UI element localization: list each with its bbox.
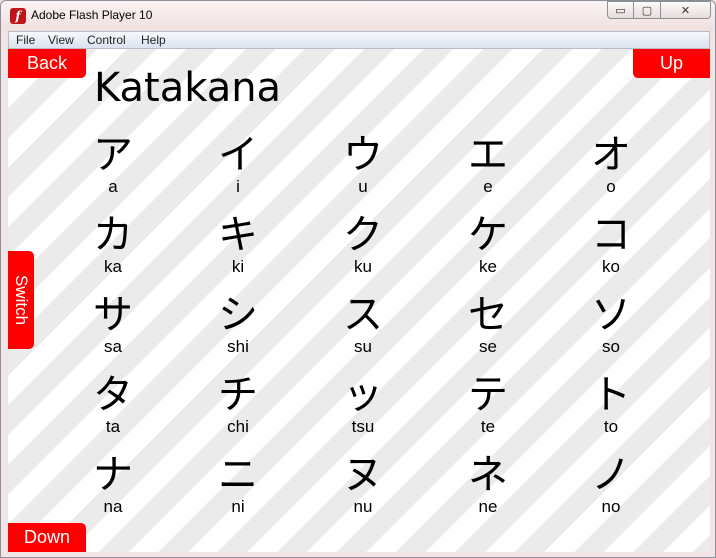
back-button[interactable]: Back [8, 49, 86, 78]
kana-glyph: ス [343, 292, 383, 338]
kana-romaji: ke [479, 257, 497, 276]
down-button[interactable]: Down [8, 523, 86, 552]
menu-file[interactable]: File [16, 33, 35, 47]
kana-cell: コ ko [571, 213, 651, 277]
kana-romaji: ka [104, 257, 122, 276]
kana-romaji: ki [231, 257, 245, 276]
kana-cell: ウu [323, 133, 403, 197]
menu-bar: File View Control Help [8, 31, 710, 49]
kana-cell: タ ta [73, 373, 153, 437]
page-title: Katakana [94, 65, 282, 111]
kana-glyph: シ [218, 292, 258, 338]
switch-label: Switch [12, 274, 32, 326]
kana-romaji: ni [231, 497, 245, 516]
kana-romaji: o [606, 177, 616, 196]
menu-control[interactable]: Control [87, 33, 126, 47]
kana-cell: ト to [571, 373, 651, 437]
kana-romaji: shi [227, 337, 249, 356]
kana-cell: ッ tsu [323, 373, 403, 437]
kana-romaji: to [603, 417, 619, 436]
kana-glyph: エ [468, 132, 508, 178]
kana-cell: ス su [323, 293, 403, 357]
kana-romaji: sa [104, 337, 122, 356]
kana-glyph: ケ [468, 212, 508, 258]
kana-romaji: tsu [351, 417, 375, 436]
kana-glyph: ク [343, 212, 383, 258]
kana-glyph: ナ [93, 452, 133, 498]
kana-cell: ニ ni [198, 453, 278, 517]
kana-glyph: オ [591, 132, 631, 178]
kana-romaji: no [601, 497, 621, 516]
kana-romaji: e [483, 177, 493, 196]
kana-glyph: ヌ [343, 452, 383, 498]
kana-romaji: ku [354, 257, 372, 276]
kana-romaji: chi [227, 417, 249, 436]
kana-glyph: ア [93, 132, 133, 178]
kana-glyph: ッ [343, 372, 383, 418]
kana-romaji: te [480, 417, 496, 436]
kana-cell: カ ka [73, 213, 153, 277]
kana-romaji: su [354, 337, 372, 356]
kana-romaji: nu [353, 497, 373, 516]
kana-romaji: ta [105, 417, 121, 436]
kana-romaji: u [358, 177, 368, 196]
kana-cell: ナ na [73, 453, 153, 517]
kana-romaji: so [602, 337, 620, 356]
kana-cell: サ sa [73, 293, 153, 357]
title-bar[interactable]: f Adobe Flash Player 10 ▭ ▢ ✕ [1, 1, 715, 31]
switch-button[interactable]: Switch [8, 251, 34, 349]
kana-glyph: コ [591, 212, 631, 258]
kana-glyph: ノ [591, 452, 631, 498]
kana-cell: ソ so [571, 293, 651, 357]
kana-cell: セ se [448, 293, 528, 357]
kana-cell: ノ no [571, 453, 651, 517]
minimize-button[interactable]: ▭ [607, 1, 634, 19]
kana-cell: テ te [448, 373, 528, 437]
window-controls: ▭ ▢ ✕ [607, 1, 711, 21]
app-window: f Adobe Flash Player 10 ▭ ▢ ✕ File View … [0, 0, 716, 558]
kana-cell: イi [198, 133, 278, 197]
kana-glyph: サ [93, 292, 133, 338]
kana-glyph: キ [218, 212, 258, 258]
window-title: Adobe Flash Player 10 [31, 8, 153, 22]
kana-cell: アa [73, 133, 153, 197]
kana-glyph: イ [218, 132, 258, 178]
kana-glyph: ト [591, 372, 631, 418]
kana-glyph: ウ [343, 132, 383, 178]
up-button[interactable]: Up [633, 49, 710, 78]
kana-cell: エe [448, 133, 528, 197]
close-button[interactable]: ✕ [661, 1, 711, 19]
menu-help[interactable]: Help [141, 33, 166, 47]
menu-view[interactable]: View [48, 33, 74, 47]
kana-cell: チ chi [198, 373, 278, 437]
kana-romaji: ne [478, 497, 498, 516]
kana-glyph: カ [93, 212, 133, 258]
flash-player-icon: f [10, 8, 26, 24]
kana-cell: ケ ke [448, 213, 528, 277]
kana-glyph: ネ [468, 452, 508, 498]
kana-glyph: ニ [218, 452, 258, 498]
kana-romaji: i [236, 177, 240, 196]
kana-cell: キ ki [198, 213, 278, 277]
kana-cell: オo [571, 133, 651, 197]
kana-glyph: ソ [591, 292, 631, 338]
kana-glyph: チ [218, 372, 258, 418]
kana-cell: シ shi [198, 293, 278, 357]
kana-romaji: na [103, 497, 123, 516]
flash-stage: Back Up Switch Down Katakana アa イi ウu エe オo カ… [8, 49, 710, 552]
kana-glyph: タ [93, 372, 133, 418]
kana-glyph: テ [468, 372, 508, 418]
kana-romaji: ko [602, 257, 620, 276]
kana-romaji: se [479, 337, 497, 356]
maximize-button[interactable]: ▢ [634, 1, 661, 19]
kana-cell: ク ku [323, 213, 403, 277]
kana-cell: ネ ne [448, 453, 528, 517]
kana-glyph: セ [468, 292, 508, 338]
kana-romaji: a [108, 177, 118, 196]
kana-cell: ヌ nu [323, 453, 403, 517]
